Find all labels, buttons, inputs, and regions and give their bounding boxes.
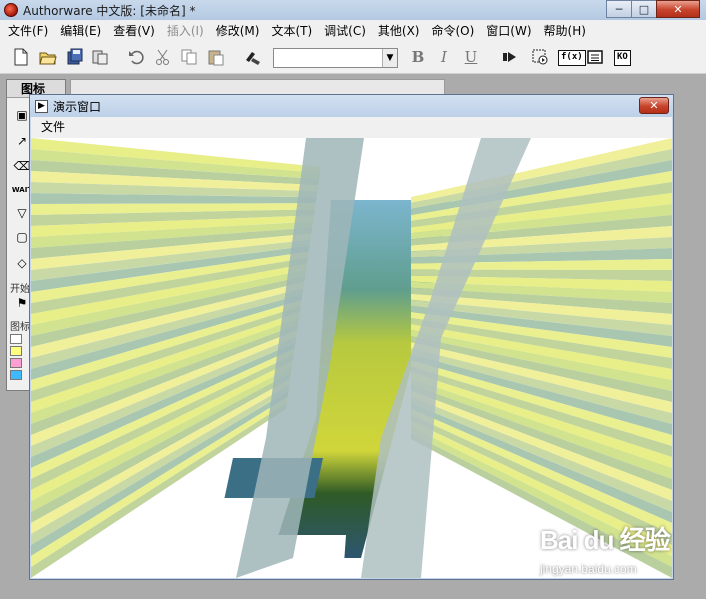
maximize-button[interactable]: □ bbox=[631, 0, 657, 18]
knowledge-objects-icon[interactable]: KO bbox=[614, 50, 631, 66]
color-swatch-blue[interactable] bbox=[10, 370, 22, 380]
presentation-window-title: 演示窗口 bbox=[53, 99, 102, 114]
text-style-select[interactable]: ▼ bbox=[273, 48, 398, 68]
main-toolbar: ▼ B I U f(x) KO bbox=[0, 42, 706, 74]
menu-text[interactable]: 文本(T) bbox=[265, 20, 318, 42]
main-title-bar: Authorware 中文版: [未命名] * ─ □ ✕ bbox=[0, 0, 706, 20]
color-swatch-white[interactable] bbox=[10, 334, 22, 344]
presentation-close-button[interactable]: ✕ bbox=[639, 97, 669, 114]
menu-file[interactable]: 文件(F) bbox=[2, 20, 54, 42]
presentation-menu-file[interactable]: 文件 bbox=[41, 117, 65, 138]
close-button[interactable]: ✕ bbox=[656, 0, 700, 18]
authorware-app-icon bbox=[4, 3, 18, 17]
minimize-button[interactable]: ─ bbox=[606, 0, 632, 18]
control-panel-icon[interactable] bbox=[529, 46, 551, 68]
paste-icon[interactable] bbox=[205, 46, 227, 68]
bold-button[interactable]: B bbox=[407, 46, 429, 68]
window-controls: ─ □ ✕ bbox=[606, 0, 700, 18]
menu-window[interactable]: 窗口(W) bbox=[480, 20, 537, 42]
import-icon[interactable] bbox=[89, 46, 111, 68]
presentation-menubar: 文件 bbox=[31, 117, 672, 138]
start-flag-label: 开始 bbox=[10, 284, 30, 295]
presentation-window-icon: ▶ bbox=[35, 99, 48, 113]
find-icon[interactable] bbox=[242, 46, 264, 68]
save-all-icon[interactable] bbox=[64, 46, 86, 68]
menu-help[interactable]: 帮助(H) bbox=[538, 20, 592, 42]
menu-insert[interactable]: 插入(I) bbox=[161, 20, 210, 42]
run-icon[interactable] bbox=[498, 46, 520, 68]
menu-edit[interactable]: 编辑(E) bbox=[54, 20, 107, 42]
main-menubar: 文件(F) 编辑(E) 查看(V) 插入(I) 修改(M) 文本(T) 调试(C… bbox=[0, 20, 706, 42]
menu-modify[interactable]: 修改(M) bbox=[210, 20, 266, 42]
color-swatch-yellow[interactable] bbox=[10, 346, 22, 356]
copy-icon[interactable] bbox=[178, 46, 200, 68]
menu-view[interactable]: 查看(V) bbox=[107, 20, 161, 42]
baidu-url: jingyan.baidu.com bbox=[540, 562, 637, 576]
variables-icon[interactable] bbox=[584, 46, 606, 68]
presentation-title-bar: ▶ 演示窗口 ✕ bbox=[30, 95, 673, 117]
open-folder-icon[interactable] bbox=[37, 46, 59, 68]
presentation-stage bbox=[31, 138, 672, 578]
menu-other[interactable]: 其他(X) bbox=[372, 20, 426, 42]
underline-button[interactable]: U bbox=[460, 46, 482, 68]
presentation-window: ▶ 演示窗口 ✕ 文件 bbox=[29, 94, 674, 580]
baidu-logo: Bai du 经验 bbox=[540, 525, 671, 555]
main-window-title: Authorware 中文版: [未命名] * bbox=[23, 3, 196, 18]
undo-icon[interactable] bbox=[125, 46, 147, 68]
menu-command[interactable]: 命令(O) bbox=[425, 20, 480, 42]
functions-icon[interactable]: f(x) bbox=[558, 50, 586, 66]
color-swatch-pink[interactable] bbox=[10, 358, 22, 368]
baidu-watermark: Bai du 经验 jingyan.baidu.com bbox=[540, 520, 700, 586]
cut-icon[interactable] bbox=[152, 46, 174, 68]
new-file-icon[interactable] bbox=[10, 46, 32, 68]
dropdown-arrow-icon[interactable]: ▼ bbox=[382, 49, 397, 67]
menu-debug[interactable]: 调试(C) bbox=[318, 20, 372, 42]
transition-effect-graphic bbox=[31, 138, 672, 578]
italic-button[interactable]: I bbox=[433, 46, 455, 68]
